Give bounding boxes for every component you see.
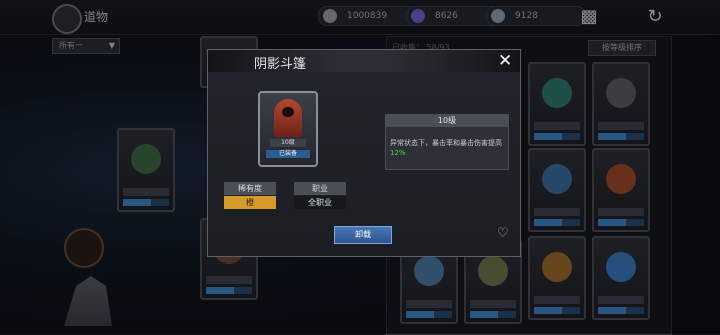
hood-shadow — [282, 107, 294, 117]
favorite-heart-icon[interactable]: ♡ — [497, 226, 509, 241]
effect-level: 10级 — [386, 115, 508, 127]
effect-text: 异常状态下，暴击率和暴击伤害提高 — [390, 139, 502, 147]
modal-title: 阴影斗篷 — [254, 57, 307, 72]
job-value: 全职业 — [294, 196, 346, 209]
job-label: 职业 — [294, 182, 346, 195]
equipped-badge: 已装备 — [266, 150, 310, 158]
item-effect-box: 10级 异常状态下，暴击率和暴击伤害提高 12% — [385, 114, 509, 170]
unequip-button[interactable]: 卸载 — [334, 226, 392, 244]
cloak-icon — [274, 99, 302, 137]
rarity-value: 橙 — [224, 196, 276, 209]
effect-bonus: 12% — [390, 149, 406, 157]
effect-description: 异常状态下，暴击率和暴击伤害提高 12% — [390, 138, 506, 158]
item-card-shadow-cloak: 10级 已装备 — [258, 91, 318, 167]
rarity-label: 稀有度 — [224, 182, 276, 195]
close-button[interactable]: ✕ — [498, 51, 512, 71]
item-card-level: 10级 — [270, 139, 306, 147]
